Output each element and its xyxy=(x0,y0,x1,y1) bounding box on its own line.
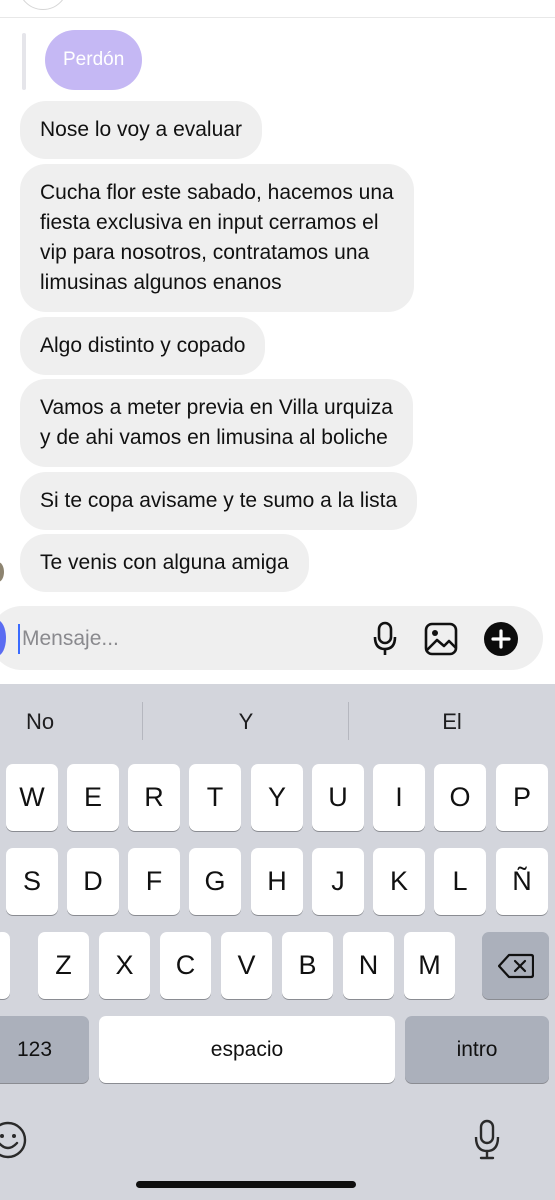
shift-key[interactable] xyxy=(0,932,10,999)
key-s[interactable]: S xyxy=(6,848,58,915)
message-bubble[interactable]: Si te copa avisame y te sumo a la lista xyxy=(20,472,418,530)
key-d[interactable]: D xyxy=(67,848,119,915)
header-avatar[interactable] xyxy=(18,0,68,10)
key-enye[interactable]: Ñ xyxy=(496,848,548,915)
message-bubble[interactable]: Algo distinto y copado xyxy=(20,317,266,375)
replied-message-bubble[interactable]: Perdón xyxy=(45,30,143,90)
emoji-icon[interactable] xyxy=(0,1120,28,1160)
key-o[interactable]: O xyxy=(434,764,486,831)
key-b[interactable]: B xyxy=(282,932,333,999)
key-m[interactable]: M xyxy=(404,932,455,999)
suggestion-2[interactable]: Y xyxy=(146,684,346,760)
dictation-icon[interactable] xyxy=(470,1118,504,1162)
text-cursor xyxy=(18,624,20,654)
plus-icon[interactable] xyxy=(483,621,519,657)
key-h[interactable]: H xyxy=(251,848,303,915)
key-w[interactable]: W xyxy=(6,764,58,831)
key-u[interactable]: U xyxy=(312,764,364,831)
key-t[interactable]: T xyxy=(189,764,241,831)
message-bubble[interactable]: Te venis con alguna amiga xyxy=(20,534,309,592)
image-icon[interactable] xyxy=(423,621,459,657)
backspace-key[interactable] xyxy=(482,932,549,999)
key-k[interactable]: K xyxy=(373,848,425,915)
key-x[interactable]: X xyxy=(99,932,150,999)
key-v[interactable]: V xyxy=(221,932,272,999)
backspace-icon xyxy=(497,953,534,979)
key-f[interactable]: F xyxy=(128,848,180,915)
key-i[interactable]: I xyxy=(373,764,425,831)
key-p[interactable]: P xyxy=(496,764,548,831)
key-j[interactable]: J xyxy=(312,848,364,915)
suggestion-divider xyxy=(348,702,349,740)
key-g[interactable]: G xyxy=(189,848,241,915)
reply-indicator-line xyxy=(22,33,26,90)
key-l[interactable]: L xyxy=(434,848,486,915)
suggestion-3[interactable]: El xyxy=(352,684,552,760)
key-z[interactable]: Z xyxy=(38,932,89,999)
header-divider xyxy=(0,17,555,18)
message-bubble[interactable]: Vamos a meter previa en Villa urquiza y … xyxy=(20,379,413,467)
suggestion-1[interactable]: No xyxy=(0,684,80,760)
microphone-icon[interactable] xyxy=(368,620,402,658)
return-key[interactable]: intro xyxy=(405,1016,549,1083)
message-input[interactable] xyxy=(22,624,342,654)
key-n[interactable]: N xyxy=(343,932,394,999)
key-c[interactable]: C xyxy=(160,932,211,999)
numbers-key[interactable]: 123 xyxy=(0,1016,89,1083)
home-indicator xyxy=(136,1181,356,1188)
suggestion-divider xyxy=(142,702,143,740)
key-e[interactable]: E xyxy=(67,764,119,831)
key-y[interactable]: Y xyxy=(251,764,303,831)
message-bubble[interactable]: Nose lo voy a evaluar xyxy=(20,101,262,159)
keyboard: No Y El W E R T Y U I O P S D F G H J K … xyxy=(0,684,555,1200)
sender-avatar[interactable] xyxy=(0,562,4,582)
message-bubble[interactable]: Cucha flor este sabado, hacemos una fies… xyxy=(20,164,414,312)
key-r[interactable]: R xyxy=(128,764,180,831)
space-key[interactable]: espacio xyxy=(99,1016,395,1083)
